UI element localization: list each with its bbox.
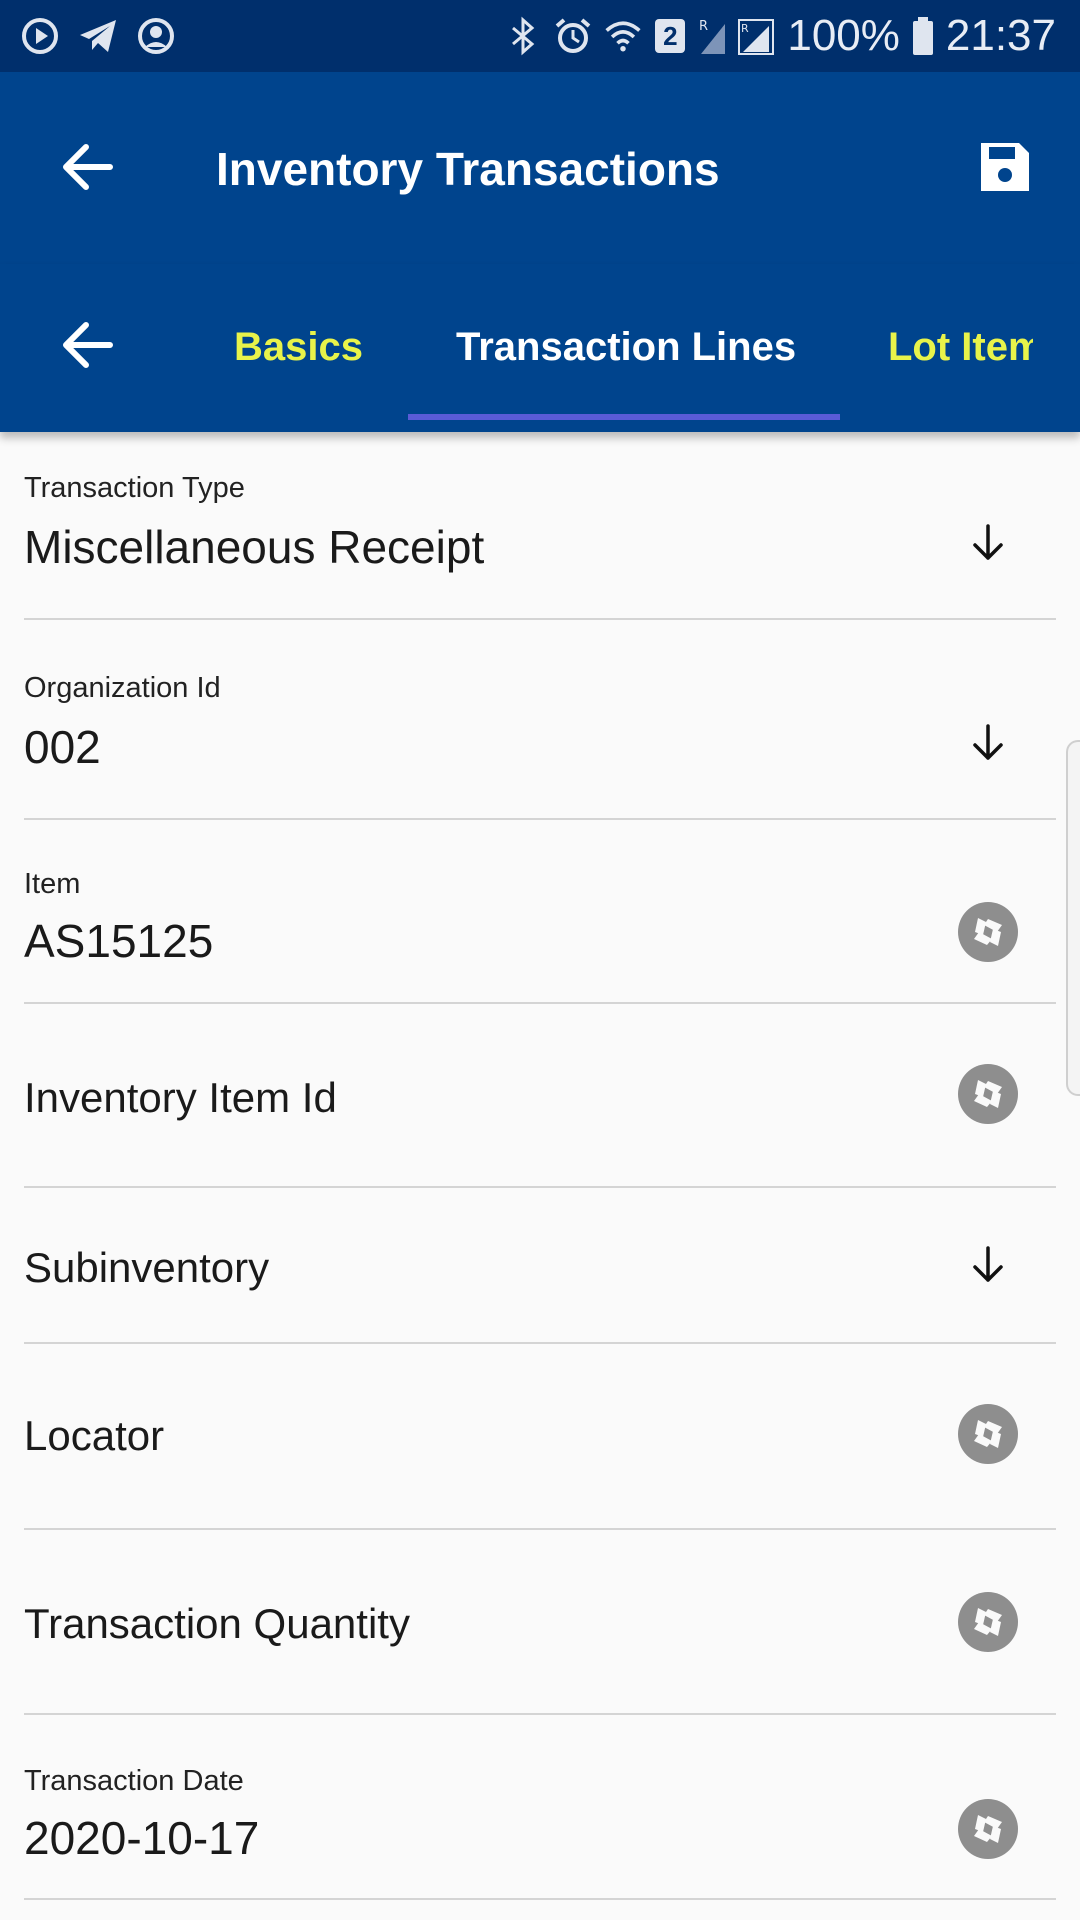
status-right-icons: 2 RR 100% 21:37 (503, 0, 1056, 72)
alarm-icon (553, 16, 593, 56)
date-picker-button[interactable] (956, 1798, 1020, 1865)
field-label: Transaction Type (24, 472, 245, 504)
camera-shutter-icon (957, 1798, 1019, 1865)
scan-button[interactable] (956, 1591, 1020, 1658)
camera-shutter-icon (957, 1063, 1019, 1130)
battery-percent: 100% (787, 11, 900, 60)
scan-button[interactable] (956, 901, 1020, 968)
signal-icon: RR (697, 16, 777, 56)
item-field[interactable]: Item AS15125 (24, 820, 1056, 1004)
page-title: Inventory Transactions (216, 143, 720, 195)
subinventory-field[interactable]: Subinventory (24, 1188, 1056, 1344)
dropdown-button[interactable] (956, 712, 1020, 776)
scan-button[interactable] (956, 1063, 1020, 1130)
locator-field[interactable]: Locator (24, 1344, 1056, 1530)
app-bar: Inventory Transactions (0, 72, 1080, 264)
back-button[interactable] (52, 134, 122, 204)
transaction-date-field[interactable]: Transaction Date 2020-10-17 (24, 1715, 1056, 1900)
dropdown-button[interactable] (956, 1234, 1020, 1298)
field-label: Organization Id (24, 672, 221, 704)
inventory-item-id-field[interactable]: Inventory Item Id (24, 1004, 1056, 1188)
field-label: Inventory Item Id (24, 1074, 337, 1121)
arrow-back-icon (60, 320, 114, 375)
tab-back-button[interactable] (52, 312, 122, 382)
battery-icon (910, 16, 936, 56)
save-button[interactable] (970, 134, 1040, 204)
camera-shutter-icon (957, 1591, 1019, 1658)
field-value: AS15125 (24, 915, 214, 967)
media-play-icon (20, 16, 60, 56)
clock: 21:37 (945, 11, 1056, 60)
transaction-type-field[interactable]: Transaction Type Miscellaneous Receipt (24, 432, 1056, 620)
tab-basics[interactable]: Basics (234, 312, 363, 382)
wifi-icon (603, 16, 643, 56)
account-circle-icon (136, 16, 176, 56)
field-label: Transaction Quantity (24, 1600, 410, 1647)
tab-lot-item[interactable]: Lot Item (888, 312, 1033, 382)
telegram-icon (78, 16, 118, 56)
arrow-down-icon (970, 522, 1006, 567)
sim-badge: 2 (653, 16, 687, 56)
field-value: Miscellaneous Receipt (24, 521, 485, 573)
field-value: 2020-10-17 (24, 1812, 260, 1864)
sim-badge-label: 2 (655, 19, 686, 53)
status-left-icons (20, 0, 176, 72)
save-icon (977, 139, 1033, 200)
arrow-down-icon (970, 1244, 1006, 1289)
arrow-back-icon (60, 142, 114, 197)
camera-shutter-icon (957, 1403, 1019, 1470)
svg-text:R: R (699, 19, 708, 34)
camera-shutter-icon (957, 901, 1019, 968)
field-label: Item (24, 868, 81, 900)
dropdown-button[interactable] (956, 512, 1020, 576)
scan-button[interactable] (956, 1403, 1020, 1470)
tab-transaction-lines[interactable]: Transaction Lines (456, 312, 796, 382)
field-label: Transaction Date (24, 1765, 244, 1797)
edge-panel-handle[interactable] (1066, 740, 1080, 1096)
transaction-quantity-field[interactable]: Transaction Quantity (24, 1530, 1056, 1715)
active-tab-indicator (408, 414, 840, 420)
field-label: Locator (24, 1412, 165, 1459)
organization-id-field[interactable]: Organization Id 002 (24, 620, 1056, 820)
svg-text:R: R (741, 22, 749, 35)
field-label: Subinventory (24, 1244, 270, 1291)
status-bar: 2 RR 100% 21:37 (0, 0, 1080, 72)
field-value: 002 (24, 721, 101, 773)
tab-bar: Basics Transaction Lines Lot Item (0, 264, 1080, 432)
bluetooth-icon (503, 16, 543, 56)
arrow-down-icon (970, 722, 1006, 767)
